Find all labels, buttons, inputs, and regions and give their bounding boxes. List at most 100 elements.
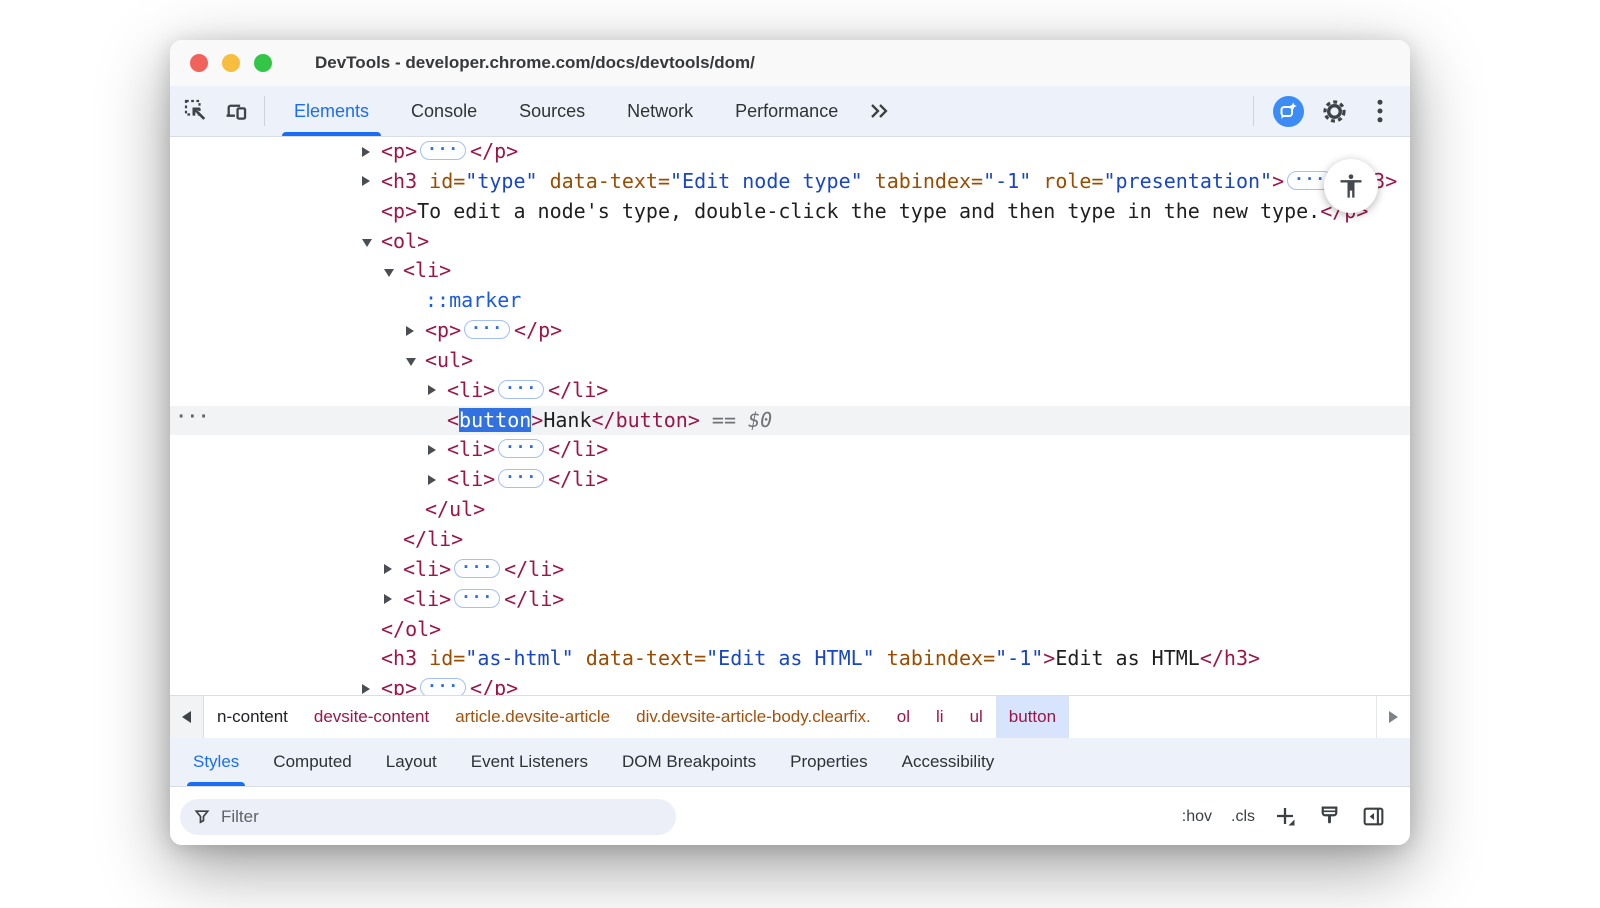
dom-tree-row[interactable]: <ul> xyxy=(170,346,1410,376)
code-token-tag: > xyxy=(1043,646,1055,670)
inline-expand-icon[interactable]: ··· xyxy=(420,678,466,695)
paint-brush-icon xyxy=(1317,804,1342,829)
breadcrumb-item[interactable]: devsite-content xyxy=(301,696,442,738)
collapse-arrow-icon[interactable] xyxy=(362,239,372,247)
dom-tree-row[interactable]: <p>To edit a node's type, double-click t… xyxy=(170,197,1410,227)
dom-tree-row[interactable]: </ol> xyxy=(170,615,1410,645)
main-toolbar: ElementsConsoleSourcesNetworkPerformance xyxy=(170,86,1410,137)
dom-tree-row[interactable]: ···<button>Hank</button> == $0 xyxy=(170,406,1410,436)
breadcrumb-item[interactable]: div.devsite-article-body.clearfix. xyxy=(623,696,884,738)
tab-elements[interactable]: Elements xyxy=(273,86,390,136)
dom-tree-row[interactable]: <li>···</li> xyxy=(170,435,1410,465)
code-token-tag: <li> xyxy=(447,437,495,461)
dom-tree-row[interactable]: <p>···</p> xyxy=(170,674,1410,695)
code-token-tag: > xyxy=(531,408,543,432)
toggle-sidebar-button[interactable] xyxy=(1361,804,1386,829)
breadcrumb-item[interactable]: ol xyxy=(884,696,923,738)
inline-expand-icon[interactable]: ··· xyxy=(498,439,544,458)
expand-arrow-icon[interactable] xyxy=(428,385,436,395)
element-classes-button[interactable]: .cls xyxy=(1231,808,1255,826)
tab-network[interactable]: Network xyxy=(606,86,714,136)
sidebar-tab-accessibility[interactable]: Accessibility xyxy=(885,738,1012,786)
collapse-arrow-icon[interactable] xyxy=(406,358,416,366)
tab-performance[interactable]: Performance xyxy=(714,86,859,136)
code-token-tag: <li> xyxy=(403,587,451,611)
minimize-button[interactable] xyxy=(222,54,240,72)
sidebar-tab-event-listeners[interactable]: Event Listeners xyxy=(454,738,605,786)
breadcrumb-item[interactable]: button xyxy=(996,696,1069,738)
sidebar-tab-computed[interactable]: Computed xyxy=(256,738,368,786)
filter-input[interactable] xyxy=(219,806,662,828)
toggle-element-state-button[interactable]: :hov xyxy=(1182,808,1212,826)
dom-tree-row[interactable]: <p>···</p> xyxy=(170,316,1410,346)
sidebar-tab-dom-breakpoints[interactable]: DOM Breakpoints xyxy=(605,738,773,786)
expand-arrow-icon[interactable] xyxy=(384,564,392,574)
expand-arrow-icon[interactable] xyxy=(428,475,436,485)
expand-arrow-icon[interactable] xyxy=(362,147,370,157)
expand-arrow-icon[interactable] xyxy=(384,594,392,604)
ai-assistance-button[interactable] xyxy=(1268,93,1308,129)
sidebar-tab-properties[interactable]: Properties xyxy=(773,738,884,786)
breadcrumb-scroll-left-button[interactable] xyxy=(170,696,204,738)
breadcrumb-scroll-right-button[interactable] xyxy=(1376,696,1410,738)
dom-tree-row[interactable]: <li> xyxy=(170,256,1410,286)
breadcrumb-item[interactable]: ul xyxy=(957,696,996,738)
expand-arrow-icon[interactable] xyxy=(362,684,370,694)
accessibility-overlay[interactable] xyxy=(1324,159,1378,213)
code-token-val: "type" xyxy=(465,169,537,193)
inline-expand-icon[interactable]: ··· xyxy=(420,141,466,160)
row-more-actions-icon[interactable]: ··· xyxy=(176,403,210,433)
inline-expand-icon[interactable]: ··· xyxy=(498,469,544,488)
dom-tree-row[interactable]: <p>···</p> xyxy=(170,137,1410,167)
code-token-tag: < xyxy=(447,408,459,432)
dom-tree-panel[interactable]: <p>···</p><h3 id="type" data-text="Edit … xyxy=(170,137,1410,695)
code-token-tag: <p> xyxy=(425,318,461,342)
dom-tree-row[interactable]: <li>···</li> xyxy=(170,585,1410,615)
inline-expand-icon[interactable]: ··· xyxy=(454,559,500,578)
dom-tree-row[interactable]: </ul> xyxy=(170,495,1410,525)
code-token-tag: </li> xyxy=(504,557,564,581)
dom-tree-row[interactable]: <li>···</li> xyxy=(170,555,1410,585)
toolbar-right-divider xyxy=(1253,96,1254,126)
sidebar-tab-layout[interactable]: Layout xyxy=(369,738,454,786)
more-tabs-button[interactable] xyxy=(859,93,899,129)
code-token-tag: <li> xyxy=(447,467,495,491)
dom-tree-row[interactable]: <h3 id="as-html" data-text="Edit as HTML… xyxy=(170,644,1410,674)
breadcrumb-item[interactable]: n-content xyxy=(204,696,301,738)
filter-field[interactable] xyxy=(180,799,676,835)
sidebar-tab-styles[interactable]: Styles xyxy=(176,738,256,786)
dom-tree-row[interactable]: ::marker xyxy=(170,286,1410,316)
settings-button[interactable] xyxy=(1314,93,1354,129)
code-token-tag: </ol> xyxy=(381,617,441,641)
zoom-button[interactable] xyxy=(254,54,272,72)
expand-arrow-icon[interactable] xyxy=(362,176,370,186)
dom-tree-row[interactable]: <h3 id="type" data-text="Edit node type"… xyxy=(170,167,1410,197)
breadcrumb-item[interactable]: li xyxy=(923,696,957,738)
code-token-val: "Edit node type" xyxy=(670,169,863,193)
dom-tree-row[interactable]: <li>···</li> xyxy=(170,376,1410,406)
device-toolbar-button[interactable] xyxy=(216,93,256,129)
inline-expand-icon[interactable]: ··· xyxy=(498,380,544,399)
tab-sources[interactable]: Sources xyxy=(498,86,606,136)
rendering-emulation-button[interactable] xyxy=(1317,804,1342,829)
toolbar-divider xyxy=(264,96,265,126)
tab-console[interactable]: Console xyxy=(390,86,498,136)
expand-arrow-icon[interactable] xyxy=(428,445,436,455)
inspect-element-button[interactable] xyxy=(176,93,216,129)
styles-filter-bar: :hov .cls xyxy=(170,787,1410,845)
expand-arrow-icon[interactable] xyxy=(406,326,414,336)
close-button[interactable] xyxy=(190,54,208,72)
collapse-arrow-icon[interactable] xyxy=(384,269,394,277)
dom-tree-row[interactable]: <ol> xyxy=(170,227,1410,257)
new-style-rule-button[interactable] xyxy=(1274,805,1298,829)
inline-expand-icon[interactable]: ··· xyxy=(454,589,500,608)
code-token-op: == xyxy=(700,408,748,432)
dom-tree-row[interactable]: <li>···</li> xyxy=(170,465,1410,495)
breadcrumb-item[interactable]: article.devsite-article xyxy=(442,696,623,738)
code-token-val: "presentation" xyxy=(1104,169,1273,193)
inline-expand-icon[interactable]: ··· xyxy=(464,320,510,339)
dom-tree-row[interactable]: </li> xyxy=(170,525,1410,555)
code-token-tag: </h3> xyxy=(1200,646,1260,670)
plus-icon xyxy=(1274,805,1298,829)
more-options-button[interactable] xyxy=(1360,93,1400,129)
